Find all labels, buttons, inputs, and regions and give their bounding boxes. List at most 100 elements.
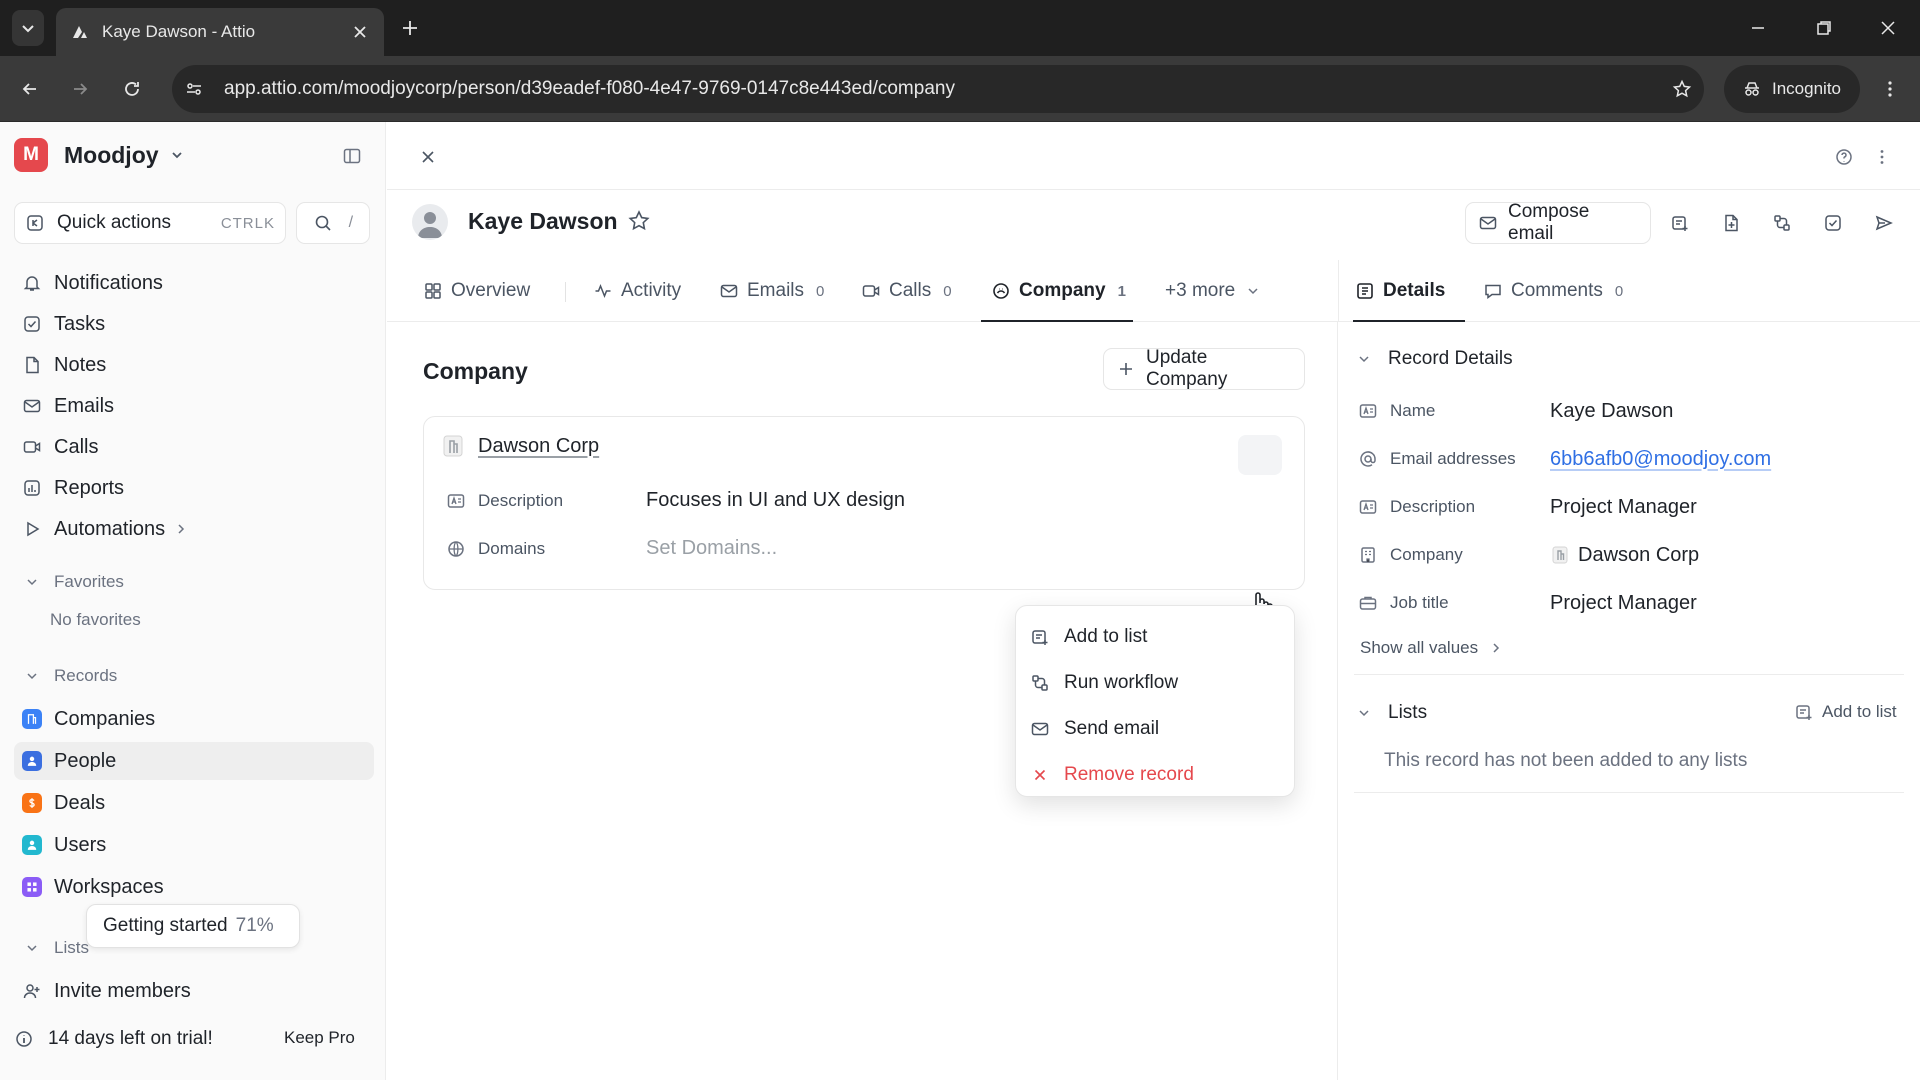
tab-activity[interactable]: Activity: [593, 272, 681, 310]
sidebar-item-reports[interactable]: Reports: [14, 469, 374, 507]
tab-company[interactable]: Company 1: [991, 272, 1126, 310]
sidebar-item-notifications[interactable]: Notifications: [14, 264, 374, 302]
compose-email-button[interactable]: Compose email: [1465, 201, 1651, 244]
site-settings-icon[interactable]: [184, 79, 204, 99]
browser-tab-bar: Kaye Dawson - Attio: [0, 0, 1920, 56]
getting-started-widget[interactable]: Getting started 71%: [86, 904, 300, 948]
company-card-header[interactable]: Dawson Corp: [440, 433, 599, 459]
chevron-down-icon: [18, 18, 38, 38]
divider: [1354, 792, 1904, 793]
tab-list-button[interactable]: [12, 10, 44, 46]
compose-email-label: Compose email: [1508, 201, 1590, 244]
sidebar-item-users[interactable]: Users: [14, 826, 374, 864]
quick-actions-button[interactable]: Quick actions CTRLK: [14, 202, 286, 244]
avatar: [412, 204, 448, 240]
browser-menu-button[interactable]: [1874, 73, 1906, 105]
add-to-list-button[interactable]: Add to list: [1794, 702, 1897, 722]
browser-tab[interactable]: Kaye Dawson - Attio: [56, 8, 384, 56]
forward-button[interactable]: [64, 73, 96, 105]
new-tab-button[interactable]: [396, 14, 424, 42]
favorite-star-icon[interactable]: [627, 209, 651, 233]
sidebar-item-invite-members[interactable]: Invite members: [14, 972, 374, 1010]
send-action-button[interactable]: [1863, 202, 1905, 244]
sidebar-item-companies[interactable]: Companies: [14, 700, 374, 738]
close-record-button[interactable]: [415, 144, 441, 170]
tab-details[interactable]: Details: [1355, 272, 1445, 310]
sidebar-item-label: Companies: [54, 707, 156, 730]
company-name-link[interactable]: Dawson Corp: [478, 435, 599, 458]
add-task-action-button[interactable]: [1812, 202, 1854, 244]
more-options-button[interactable]: [1869, 144, 1895, 170]
getting-started-percent: 71%: [235, 915, 274, 936]
sidebar-item-label: Emails: [54, 394, 115, 417]
sidebar-toggle-button[interactable]: [338, 142, 366, 170]
company-chip-label: Dawson Corp: [1578, 543, 1700, 566]
tab-emails[interactable]: Emails 0: [719, 272, 824, 310]
sidebar-item-tasks[interactable]: Tasks: [14, 305, 374, 343]
menu-item-run-workflow[interactable]: Run workflow: [1016, 660, 1294, 706]
detail-value[interactable]: Project Manager: [1550, 496, 1697, 519]
back-button[interactable]: [14, 73, 46, 105]
tab-comments[interactable]: Comments 0: [1483, 272, 1623, 310]
add-to-list-action-button[interactable]: [1659, 202, 1701, 244]
bookmark-star-icon[interactable]: [1672, 79, 1692, 99]
add-note-action-button[interactable]: [1710, 202, 1752, 244]
restore-window-button[interactable]: [1804, 12, 1844, 44]
sidebar-item-deals[interactable]: Deals: [14, 784, 374, 822]
menu-item-send-email[interactable]: Send email: [1016, 706, 1294, 752]
workflow-icon: [1030, 673, 1050, 693]
close-icon: [1878, 18, 1898, 38]
video-call-icon: [861, 281, 881, 301]
sidebar-item-automations[interactable]: Automations: [14, 510, 374, 548]
email-link[interactable]: 6bb6afb0@moodjoy.com: [1550, 448, 1771, 471]
attribute-value[interactable]: Focuses in UI and UX design: [646, 489, 905, 512]
sidebar-item-emails[interactable]: Emails: [14, 387, 374, 425]
tab-calls[interactable]: Calls 0: [861, 272, 952, 310]
vertical-dots-icon: [1872, 147, 1892, 167]
lists-section-header[interactable]: Lists: [1354, 702, 1427, 724]
show-all-values-button[interactable]: Show all values: [1360, 638, 1506, 658]
close-window-button[interactable]: [1868, 12, 1908, 44]
sidebar-item-notes[interactable]: Notes: [14, 346, 374, 384]
menu-item-remove-record[interactable]: Remove record: [1016, 752, 1294, 798]
detail-value[interactable]: Kaye Dawson: [1550, 400, 1673, 423]
attribute-value[interactable]: Set Domains...: [646, 537, 777, 560]
update-company-button[interactable]: Update Company: [1103, 347, 1305, 390]
sidebar-item-calls[interactable]: Calls: [14, 428, 374, 466]
sidebar-item-people[interactable]: People: [14, 742, 374, 780]
run-workflow-action-button[interactable]: [1761, 202, 1803, 244]
incognito-indicator[interactable]: Incognito: [1724, 65, 1860, 113]
chevron-down-icon: [1354, 349, 1374, 369]
menu-item-add-to-list[interactable]: Add to list: [1016, 614, 1294, 660]
detail-value[interactable]: Project Manager: [1550, 592, 1697, 615]
person-icon: [22, 751, 42, 771]
sidebar-item-workspaces[interactable]: Workspaces: [14, 868, 374, 906]
close-tab-icon[interactable]: [350, 22, 370, 42]
play-icon: [22, 519, 42, 539]
url-input[interactable]: app.attio.com/moodjoycorp/person/d39eade…: [172, 65, 1704, 113]
search-button[interactable]: /: [296, 202, 370, 244]
note-icon: [22, 355, 42, 375]
minimize-icon: [1748, 18, 1768, 38]
favorites-section-header[interactable]: Favorites: [22, 572, 124, 592]
sidebar-item-label: Automations: [54, 517, 166, 540]
workspace-switcher[interactable]: M Moodjoy: [14, 138, 187, 172]
arrow-left-icon: [20, 79, 40, 99]
workspace-name: Moodjoy: [64, 141, 159, 168]
trial-banner: 14 days left on trial!: [14, 1028, 213, 1050]
lists-section-header[interactable]: Lists: [22, 938, 89, 958]
overview-grid-icon: [423, 281, 443, 301]
tab-overview[interactable]: Overview: [423, 272, 530, 310]
tab-divider: [565, 282, 566, 302]
record-details-header[interactable]: Record Details: [1354, 348, 1513, 370]
reload-button[interactable]: [116, 73, 148, 105]
sidebar-item-label: Workspaces: [54, 875, 164, 898]
records-section-header[interactable]: Records: [22, 666, 117, 686]
help-circle-icon: [1834, 147, 1854, 167]
tab-more[interactable]: +3 more: [1165, 272, 1263, 310]
keep-pro-button[interactable]: Keep Pro: [272, 1020, 367, 1056]
detail-value[interactable]: Dawson Corp: [1550, 544, 1699, 567]
help-button[interactable]: [1831, 144, 1857, 170]
company-card-menu-button[interactable]: [1238, 435, 1282, 475]
minimize-window-button[interactable]: [1738, 12, 1778, 44]
